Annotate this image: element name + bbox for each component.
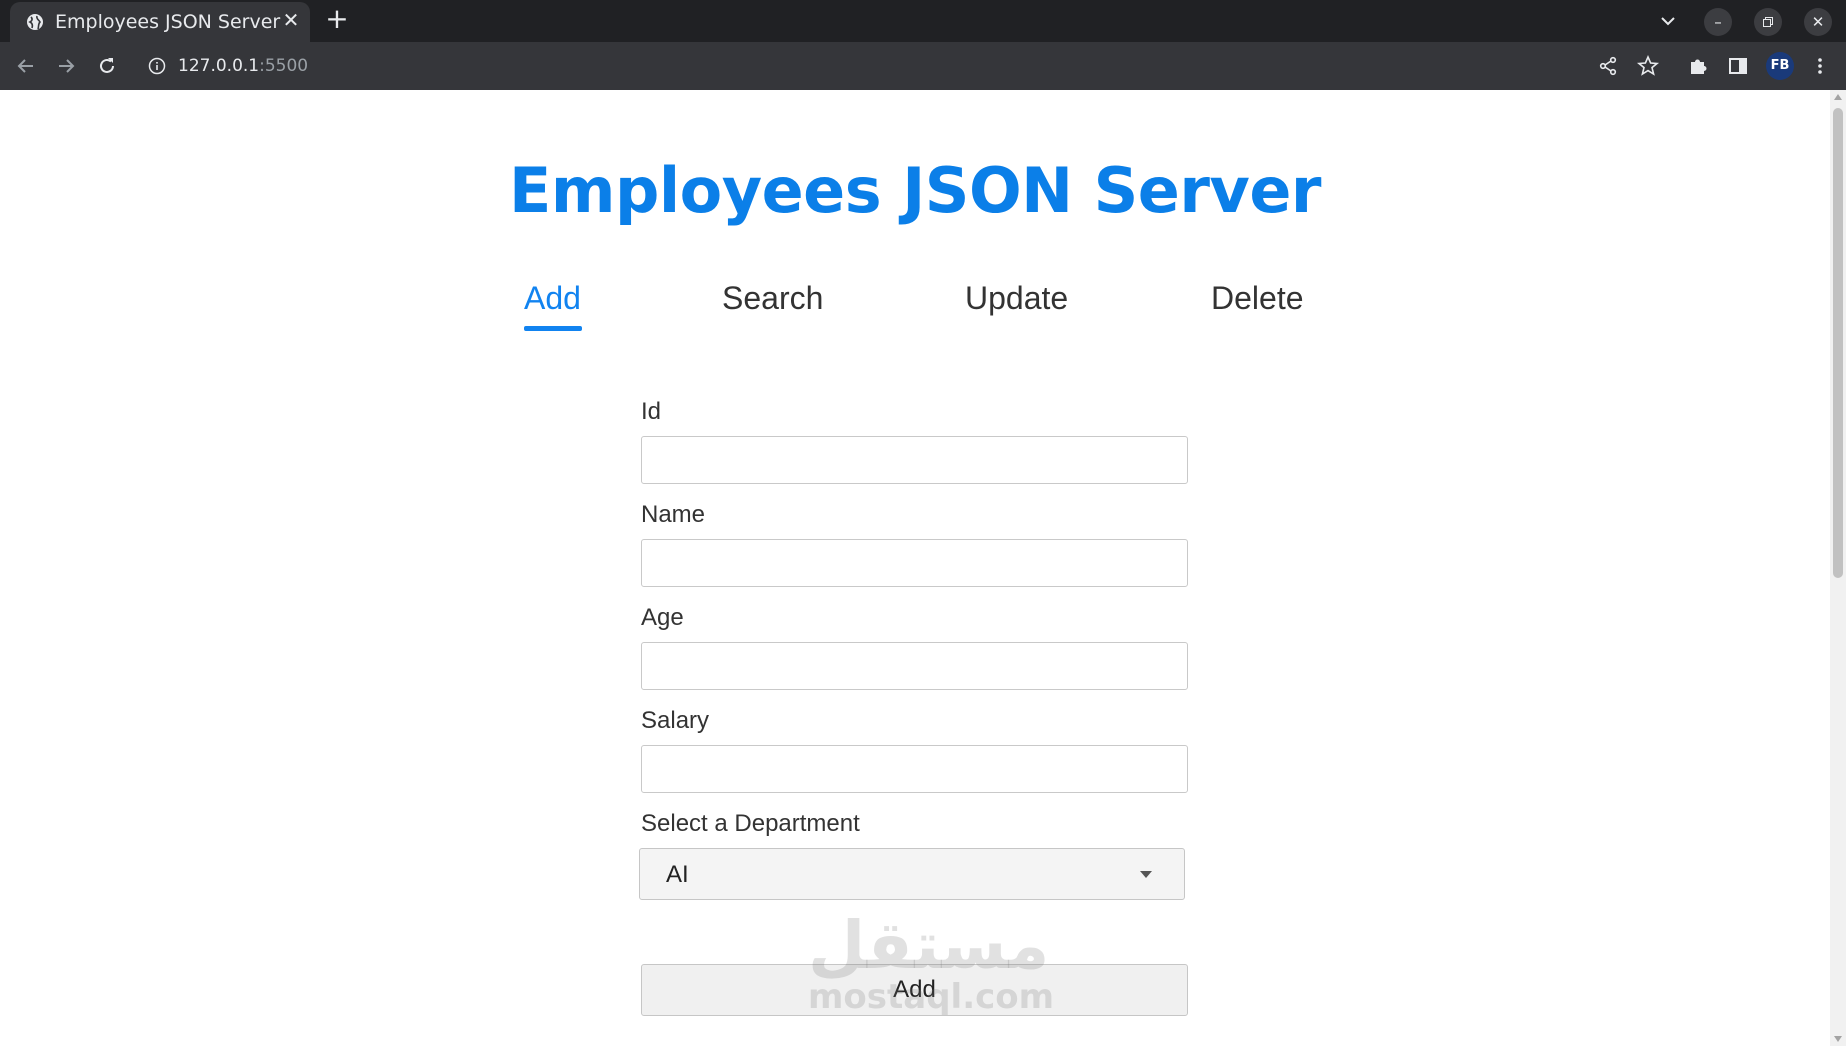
id-label: Id xyxy=(641,398,662,425)
side-panel-icon[interactable] xyxy=(1726,54,1750,78)
browser-toolbar: 127.0.0.1:5500 FB xyxy=(0,42,1846,90)
chevron-down-icon[interactable] xyxy=(1656,9,1680,33)
age-field[interactable] xyxy=(641,642,1188,690)
puzzle-icon[interactable] xyxy=(1686,54,1710,78)
department-selected-value: AI xyxy=(666,861,689,888)
browser-tab[interactable]: Employees JSON Server ✕ xyxy=(10,2,310,42)
name-field[interactable] xyxy=(641,539,1188,587)
browser-tab-strip: Employees JSON Server ✕ + – ✕ xyxy=(0,0,1846,42)
active-tab-indicator xyxy=(524,326,582,331)
restore-icon[interactable] xyxy=(1754,8,1782,36)
share-icon[interactable] xyxy=(1596,54,1620,78)
profile-avatar[interactable]: FB xyxy=(1766,52,1794,80)
tab-search[interactable]: Search xyxy=(722,280,823,317)
info-icon[interactable] xyxy=(148,57,166,75)
minimize-icon[interactable]: – xyxy=(1704,8,1732,36)
scroll-up-arrow-icon[interactable] xyxy=(1834,94,1842,100)
vertical-scrollbar[interactable] xyxy=(1830,90,1846,1046)
scroll-thumb[interactable] xyxy=(1833,108,1843,578)
salary-field[interactable] xyxy=(641,745,1188,793)
page-viewport: Employees JSON Server Add Search Update … xyxy=(0,90,1846,1046)
forward-icon[interactable] xyxy=(54,54,78,78)
close-icon[interactable]: ✕ xyxy=(280,9,302,31)
url-host: 127.0.0.1 xyxy=(178,56,260,76)
tab-title: Employees JSON Server xyxy=(55,11,281,33)
page-title: Employees JSON Server xyxy=(509,154,1321,227)
url-text: 127.0.0.1:5500 xyxy=(178,56,308,76)
tab-update[interactable]: Update xyxy=(965,280,1068,317)
tab-add[interactable]: Add xyxy=(524,280,581,317)
globe-icon xyxy=(26,13,44,31)
plus-icon[interactable]: + xyxy=(325,5,349,33)
close-icon[interactable]: ✕ xyxy=(1804,8,1832,36)
address-bar[interactable]: 127.0.0.1:5500 xyxy=(134,47,1694,85)
add-button[interactable]: Add xyxy=(641,964,1188,1016)
id-field[interactable] xyxy=(641,436,1188,484)
age-label: Age xyxy=(641,604,684,631)
tab-delete[interactable]: Delete xyxy=(1211,280,1304,317)
name-label: Name xyxy=(641,501,706,528)
salary-label: Salary xyxy=(641,707,710,734)
url-port: :5500 xyxy=(259,56,309,76)
kebab-menu-icon[interactable] xyxy=(1808,54,1832,78)
reload-icon[interactable] xyxy=(95,54,119,78)
star-icon[interactable] xyxy=(1636,54,1660,78)
department-label: Select a Department xyxy=(641,810,860,837)
caret-down-icon xyxy=(1140,871,1152,878)
department-select[interactable]: AI xyxy=(639,848,1185,900)
scroll-down-arrow-icon[interactable] xyxy=(1834,1036,1842,1042)
back-icon[interactable] xyxy=(14,54,38,78)
